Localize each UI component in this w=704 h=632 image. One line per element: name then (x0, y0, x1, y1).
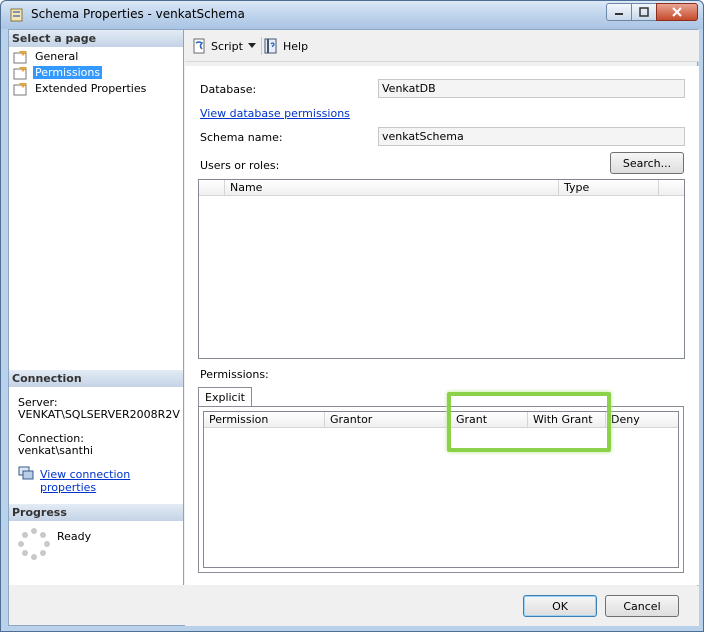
page-item-permissions[interactable]: Permissions (13, 65, 103, 80)
column-header-grantor[interactable]: Grantor (325, 412, 451, 428)
view-connection-properties-link[interactable]: View connection properties (40, 468, 183, 494)
script-button[interactable]: Script (191, 38, 243, 54)
help-label: Help (283, 39, 309, 53)
view-database-permissions-link[interactable]: View database permissions (200, 107, 350, 120)
minimize-icon (615, 13, 623, 15)
database-icon (10, 8, 23, 22)
progress-status: Ready (57, 530, 92, 543)
schema-name-field[interactable]: venkatSchema (378, 127, 685, 146)
progress-header: Progress (9, 504, 183, 521)
page-item-general[interactable]: General (13, 49, 80, 64)
database-label: Database: (200, 83, 257, 96)
title-bar[interactable]: Schema Properties - venkatSchema (1, 1, 703, 29)
script-dropdown-chevron-icon[interactable] (248, 43, 256, 49)
connection-value: venkat\santhi (18, 444, 93, 457)
schema-properties-window: Schema Properties - venkatSchema Select … (0, 0, 704, 632)
permissions-label: Permissions: (200, 368, 269, 381)
page-icon (13, 50, 27, 63)
page-item-extended-properties[interactable]: Extended Properties (13, 81, 148, 96)
column-header-selector (199, 180, 225, 196)
page-icon (13, 82, 27, 95)
left-pane: Select a page General Permissions Extend… (9, 30, 184, 585)
column-header-deny[interactable]: Deny (606, 412, 680, 428)
script-label: Script (211, 39, 243, 53)
tab-explicit[interactable]: Explicit (198, 387, 252, 407)
connection-header: Connection (9, 370, 183, 387)
column-header-name[interactable]: Name (225, 180, 559, 196)
help-book-icon (264, 38, 277, 54)
schema-name-label: Schema name: (200, 131, 283, 144)
maximize-button[interactable] (631, 3, 657, 21)
page-icon (13, 66, 27, 79)
server-value: VENKAT\SQLSERVER2008R2V (18, 408, 180, 421)
connection-properties-icon (18, 466, 34, 480)
minimize-button[interactable] (606, 3, 632, 21)
page-item-label: Permissions (33, 66, 103, 79)
explicit-tab-panel: Permission Grantor Grant With Grant Deny (198, 406, 684, 573)
page-item-label: Extended Properties (35, 82, 147, 95)
close-icon (672, 7, 682, 17)
select-page-header: Select a page (9, 30, 183, 47)
users-roles-label: Users or roles: (200, 159, 280, 172)
dialog-footer: OK Cancel (185, 586, 699, 626)
column-header-type[interactable]: Type (559, 180, 659, 196)
users-roles-grid[interactable]: Name Type (198, 179, 685, 359)
ok-button[interactable]: OK (523, 595, 597, 617)
grant-columns-highlight (447, 392, 611, 452)
close-button[interactable] (656, 3, 698, 21)
maximize-icon (639, 7, 649, 17)
column-header-permission[interactable]: Permission (204, 412, 325, 428)
window-title: Schema Properties - venkatSchema (31, 7, 245, 21)
database-field: VenkatDB (378, 79, 685, 98)
permissions-page: Database: VenkatDB View database permiss… (185, 66, 699, 585)
cancel-button[interactable]: Cancel (605, 595, 679, 617)
toolbar: Script Help (185, 30, 699, 62)
progress-spinner-icon (18, 528, 50, 560)
search-button[interactable]: Search... (610, 152, 684, 174)
script-icon (193, 38, 205, 54)
dialog-client-area: Select a page General Permissions Extend… (8, 29, 699, 626)
page-item-label: General (35, 50, 79, 63)
users-roles-grid-header: Name Type (199, 180, 684, 196)
toolbar-separator (261, 37, 262, 55)
help-button[interactable]: Help (263, 38, 308, 54)
